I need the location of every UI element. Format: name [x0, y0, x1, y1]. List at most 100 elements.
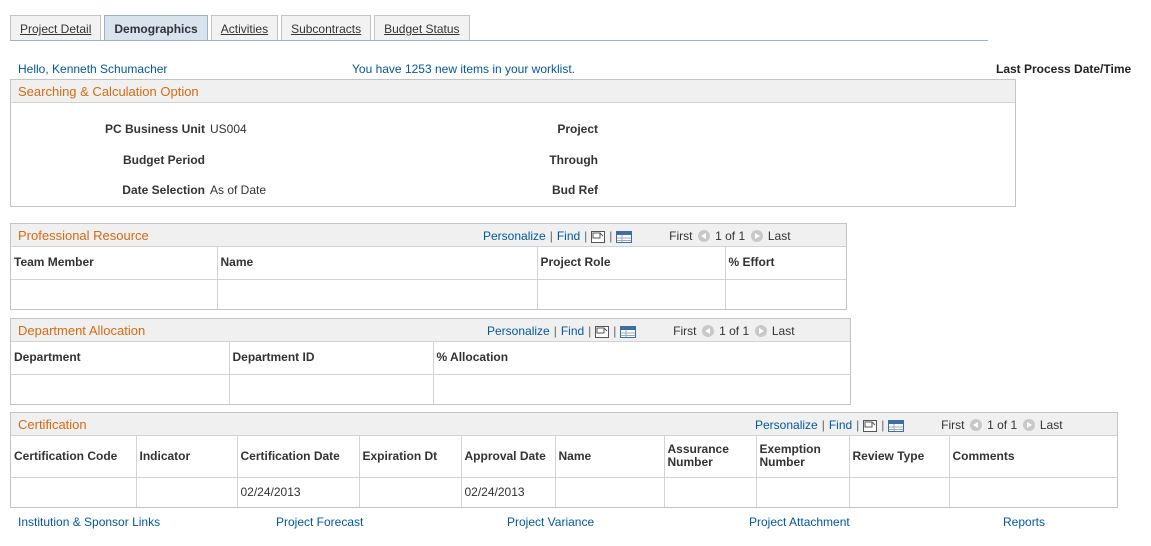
row-count: 1 of 1: [987, 418, 1018, 432]
grid-header: Professional Resource Personalize | Find | |…: [11, 224, 846, 247]
view-all-icon[interactable]: [591, 230, 606, 243]
table-cell: [949, 477, 1117, 507]
tab-label: Activities: [220, 22, 269, 36]
table-cell: [229, 374, 434, 404]
tab-label: Budget Status: [384, 22, 460, 36]
column-header-team-member[interactable]: Team Member: [11, 247, 218, 280]
column-header-effort[interactable]: % Effort: [725, 247, 846, 280]
tab-label: Project Detail: [20, 22, 92, 36]
last-process-label: Last Process Date/Time: [996, 62, 1132, 76]
worklist-link[interactable]: You have 1253 new items in your worklist…: [352, 62, 575, 76]
professional-resource-table: Team Member Name Project Role % Effort: [11, 247, 846, 309]
grid-title: Certification: [18, 417, 87, 432]
column-header-allocation[interactable]: % Allocation: [433, 342, 850, 375]
date-selection-value: As of Date: [210, 183, 267, 197]
table-cell: [849, 477, 950, 507]
reports-link[interactable]: Reports: [1003, 515, 1045, 529]
column-header-department[interactable]: Department: [11, 342, 230, 375]
row-count: 1 of 1: [719, 324, 750, 338]
table-row: 02/24/2013 02/24/2013: [11, 477, 1117, 507]
table-cell: [136, 477, 238, 507]
table-cell: [756, 477, 850, 507]
page-tabs: Project Detail Demographics Activities S…: [10, 15, 473, 41]
next-row-icon[interactable]: [750, 230, 763, 242]
through-label: Through: [549, 153, 598, 167]
personalize-link[interactable]: Personalize: [755, 418, 818, 432]
next-row-icon[interactable]: [1022, 419, 1035, 431]
date-selection-label: Date Selection: [122, 183, 205, 197]
section-header: Searching & Calculation Option: [11, 80, 1015, 103]
find-link[interactable]: Find: [557, 229, 580, 243]
download-grid-icon[interactable]: [888, 419, 905, 432]
personalize-link[interactable]: Personalize: [483, 229, 546, 243]
department-allocation-table: Department Department ID % Allocation: [11, 342, 850, 404]
find-link[interactable]: Find: [561, 324, 584, 338]
table-row: [11, 374, 850, 404]
table-cell: [359, 477, 462, 507]
next-row-icon[interactable]: [754, 325, 767, 337]
tab-label: Subcontracts: [291, 22, 362, 36]
project-variance-link[interactable]: Project Variance: [507, 515, 594, 529]
table-cell: [11, 279, 218, 309]
table-cell: [11, 374, 230, 404]
table-row: [11, 279, 846, 309]
grid-navigation: Personalize | Find | | First 1 of 1 Last: [483, 229, 791, 243]
tab-budget-status[interactable]: Budget Status: [374, 15, 470, 41]
first-label: First: [669, 229, 693, 243]
tab-project-detail[interactable]: Project Detail: [10, 15, 102, 41]
pc-business-unit-label: PC Business Unit: [104, 122, 205, 136]
last-label: Last: [767, 229, 791, 243]
project-forecast-link[interactable]: Project Forecast: [276, 515, 363, 529]
grid-navigation: Personalize | Find | | First 1 of 1 Last: [755, 418, 1063, 432]
professional-resource-grid: Professional Resource Personalize | Find | |…: [10, 223, 847, 310]
grid-header: Department Allocation Personalize | Find | |…: [11, 319, 850, 342]
column-header-approval-date[interactable]: Approval Date: [461, 436, 556, 478]
tab-subcontracts[interactable]: Subcontracts: [281, 15, 372, 41]
column-header-exemption-number[interactable]: Exemption Number: [756, 436, 850, 478]
column-header-assurance-number[interactable]: Assurance Number: [664, 436, 757, 478]
first-label: First: [673, 324, 697, 338]
column-header-certification-code[interactable]: Certification Code: [11, 436, 137, 478]
project-label: Project: [557, 122, 598, 136]
view-all-icon[interactable]: [595, 325, 610, 338]
tab-divider: [10, 40, 988, 41]
column-header-department-id[interactable]: Department ID: [229, 342, 434, 375]
last-label: Last: [771, 324, 795, 338]
project-attachment-link[interactable]: Project Attachment: [749, 515, 850, 529]
table-cell: [433, 374, 850, 404]
personalize-link[interactable]: Personalize: [487, 324, 550, 338]
row-count: 1 of 1: [715, 229, 746, 243]
column-header-name[interactable]: Name: [555, 436, 665, 478]
table-cell: [555, 477, 665, 507]
section-title: Searching & Calculation Option: [18, 84, 199, 99]
search-calc-section: Searching & Calculation Option PC Busine…: [10, 79, 1016, 207]
previous-row-icon[interactable]: [969, 419, 982, 431]
tab-label: Demographics: [114, 22, 198, 36]
institution-sponsor-links-link[interactable]: Institution & Sponsor Links: [18, 515, 160, 529]
grid-title: Professional Resource: [18, 228, 149, 243]
column-header-indicator[interactable]: Indicator: [136, 436, 238, 478]
grid-title: Department Allocation: [18, 323, 146, 338]
download-grid-icon[interactable]: [616, 230, 633, 243]
previous-row-icon[interactable]: [701, 325, 714, 337]
download-grid-icon[interactable]: [620, 325, 637, 338]
department-allocation-grid: Department Allocation Personalize | Find | |…: [10, 318, 851, 405]
certification-grid: Certification Personalize | Find | | First 1…: [10, 412, 1118, 508]
table-cell: [217, 279, 538, 309]
tab-demographics[interactable]: Demographics: [104, 15, 208, 41]
column-header-expiration-dt[interactable]: Expiration Dt: [359, 436, 462, 478]
find-link[interactable]: Find: [829, 418, 852, 432]
previous-row-icon[interactable]: [697, 230, 710, 242]
column-header-comments[interactable]: Comments: [949, 436, 1117, 478]
column-header-certification-date[interactable]: Certification Date: [237, 436, 360, 478]
tab-activities[interactable]: Activities: [210, 15, 279, 41]
bud-ref-label: Bud Ref: [552, 183, 598, 197]
column-header-name[interactable]: Name: [217, 247, 538, 280]
greeting-text: Hello, Kenneth Schumacher: [18, 62, 168, 76]
certification-table: Certification Code Indicator Certificati…: [11, 436, 1117, 507]
column-header-project-role[interactable]: Project Role: [537, 247, 726, 280]
view-all-icon[interactable]: [863, 419, 878, 432]
last-label: Last: [1039, 418, 1063, 432]
column-header-review-type[interactable]: Review Type: [849, 436, 950, 478]
table-cell: [537, 279, 726, 309]
